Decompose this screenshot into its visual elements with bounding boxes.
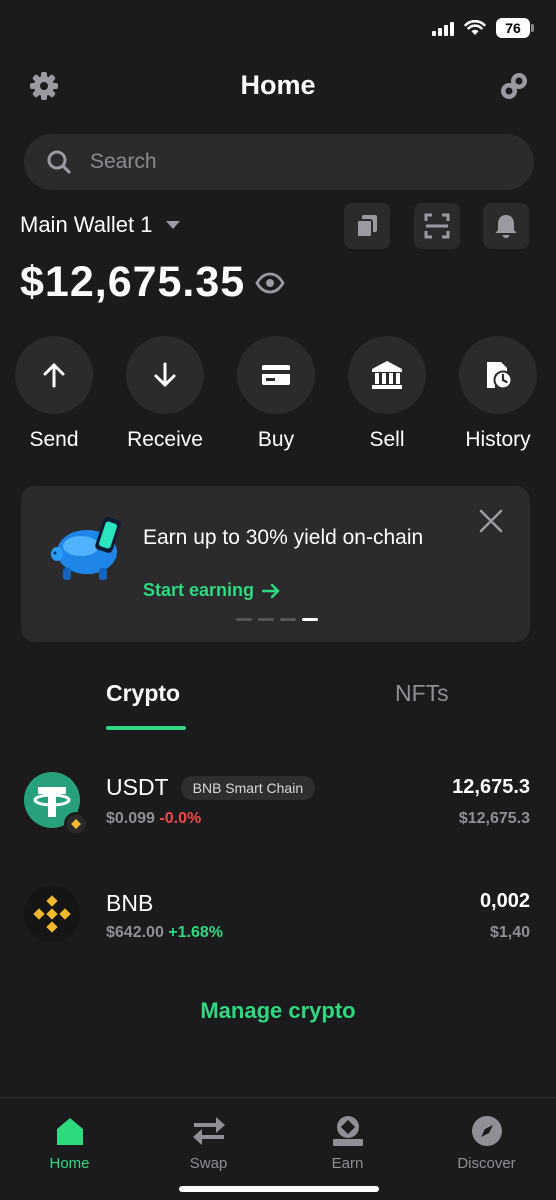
- arrow-down-icon: [154, 362, 176, 387]
- asset-fiat-value: $12,675.3: [458, 810, 530, 827]
- earn-icon: [332, 1116, 363, 1146]
- promo-card[interactable]: Earn up to 30% yield on-chain Start earn…: [21, 486, 530, 642]
- start-earning-label: Start earning: [143, 580, 255, 600]
- balance-row: $12,675.35: [20, 258, 285, 307]
- cellular-signal-icon: [432, 20, 454, 36]
- piggy-bank-illustration: [51, 517, 121, 580]
- nav-swap[interactable]: Swap: [139, 1115, 278, 1172]
- nav-earn[interactable]: Earn: [278, 1115, 417, 1172]
- home-icon: [56, 1118, 83, 1145]
- send-label: Send: [29, 428, 79, 451]
- compass-icon: [471, 1116, 502, 1146]
- eye-icon[interactable]: [255, 272, 285, 294]
- buy-action[interactable]: Buy: [221, 336, 331, 452]
- receive-action[interactable]: Receive: [110, 336, 220, 452]
- arrow-right-icon: [262, 583, 280, 598]
- home-indicator: [179, 1186, 379, 1192]
- history-action[interactable]: History: [443, 336, 553, 452]
- search-icon: [47, 150, 71, 174]
- asset-fiat-value: $1,40: [489, 924, 530, 941]
- buy-button[interactable]: [237, 336, 315, 414]
- asset-amount: 0,002: [479, 890, 530, 912]
- active-tab-indicator: [106, 726, 186, 730]
- swap-icon: [192, 1117, 225, 1145]
- scan-icon: [424, 213, 450, 239]
- nav-discover-label: Discover: [457, 1155, 516, 1172]
- tab-crypto[interactable]: Crypto: [106, 680, 180, 707]
- carousel-dot: [280, 618, 296, 621]
- total-balance: $12,675.35: [20, 258, 246, 306]
- receive-button[interactable]: [126, 336, 204, 414]
- search-bar[interactable]: [24, 134, 534, 190]
- promo-title: Earn up to 30% yield on-chain: [143, 526, 424, 549]
- copy-address-button[interactable]: [344, 203, 390, 249]
- buy-label: Buy: [257, 428, 295, 451]
- battery-indicator: 76: [496, 18, 534, 38]
- receive-label: Receive: [127, 428, 203, 451]
- carousel-dot: [258, 618, 274, 621]
- wallet-selector[interactable]: Main Wallet 1: [20, 212, 181, 238]
- tether-icon: [24, 772, 88, 836]
- asset-row-usdt[interactable]: USDT BNB Smart Chain $0.099 -0.0% 12,675…: [0, 760, 556, 850]
- asset-price: $642.00: [106, 924, 164, 941]
- wallet-name: Main Wallet 1: [20, 212, 153, 237]
- nav-divider: [0, 1097, 556, 1098]
- carousel-dot-active: [302, 618, 318, 621]
- carousel-indicator: [236, 618, 318, 621]
- asset-row-bnb[interactable]: BNB $642.00 +1.68% 0,002 $1,40: [0, 874, 556, 964]
- asset-title-row: USDT BNB Smart Chain: [106, 774, 316, 801]
- start-earning-link[interactable]: Start earning: [143, 580, 280, 601]
- status-bar: 76: [432, 18, 534, 38]
- sell-button[interactable]: [348, 336, 426, 414]
- nav-earn-label: Earn: [331, 1155, 364, 1172]
- asset-amount: 12,675.3: [452, 776, 530, 798]
- asset-price: $0.099: [106, 810, 155, 827]
- manage-crypto-button[interactable]: Manage crypto: [0, 998, 556, 1024]
- send-button[interactable]: [15, 336, 93, 414]
- asset-price-row: $642.00 +1.68%: [106, 924, 223, 942]
- tab-nfts[interactable]: NFTs: [395, 680, 449, 707]
- chevron-down-icon: [166, 221, 181, 229]
- asset-symbol: BNB: [106, 890, 154, 916]
- page-title: Home: [240, 70, 316, 100]
- bank-icon: [372, 361, 402, 389]
- connect-link-icon[interactable]: [498, 70, 530, 102]
- sell-label: Sell: [369, 428, 405, 451]
- card-icon: [262, 365, 290, 385]
- asset-change: +1.68%: [168, 924, 224, 941]
- asset-symbol: USDT: [106, 774, 169, 800]
- history-icon: [487, 362, 513, 390]
- nav-home-label: Home: [49, 1155, 90, 1172]
- search-input[interactable]: [90, 150, 470, 174]
- send-action[interactable]: Send: [0, 336, 109, 452]
- bell-icon: [495, 215, 517, 238]
- bnb-icon: [24, 886, 80, 942]
- chain-badge: BNB Smart Chain: [180, 775, 316, 800]
- scan-button[interactable]: [414, 203, 460, 249]
- close-icon[interactable]: [478, 508, 504, 534]
- history-button[interactable]: [459, 336, 537, 414]
- copy-icon: [356, 215, 377, 238]
- history-label: History: [465, 428, 531, 451]
- nav-home[interactable]: Home: [0, 1115, 139, 1172]
- wifi-icon: [464, 20, 486, 35]
- sell-action[interactable]: Sell: [332, 336, 442, 452]
- asset-change: -0.0%: [159, 810, 202, 827]
- carousel-dot: [236, 618, 252, 621]
- arrow-up-icon: [43, 363, 65, 388]
- notifications-button[interactable]: [483, 203, 529, 249]
- nav-discover[interactable]: Discover: [417, 1115, 556, 1172]
- asset-price-row: $0.099 -0.0%: [106, 810, 201, 828]
- nav-swap-label: Swap: [189, 1155, 228, 1172]
